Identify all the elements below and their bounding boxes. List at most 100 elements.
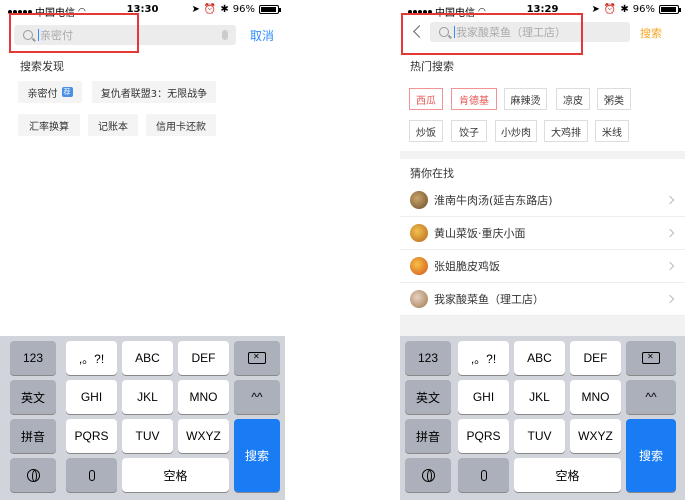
status-right: ➤ ⏰ ✱ 96% [591,4,681,15]
hot-tag[interactable]: 西瓜 [409,88,443,110]
battery-fill [661,7,676,12]
highlight-box [401,13,583,55]
chevron-right-icon [665,195,675,205]
hot-tag[interactable]: 粥类 [597,88,631,110]
key-emoticon[interactable]: ^^ [234,380,280,414]
delete-icon [248,352,266,364]
key-pqrs[interactable]: PQRS [66,419,117,453]
right-phone-screen: 中国电信 ◠ 13:29 ➤ ⏰ ✱ 96% 我家酸菜鱼（理工店） 搜索 热门搜… [400,0,685,500]
key-punct[interactable]: ,。?! [66,341,117,375]
keyboard: 123 ,。?! ABC DEF 英文 GHI JKL MNO ^^ 拼音 PQ… [400,336,685,500]
hot-tag[interactable]: 大鸡排 [544,120,588,142]
hot-tag[interactable]: 小炒肉 [495,120,537,142]
chevron-right-icon [665,261,675,271]
hot-search-title: 热门搜索 [410,60,454,73]
key-abc[interactable]: ABC [122,341,173,375]
key-space[interactable]: 空格 [514,458,621,492]
key-pinyin[interactable]: 拼音 [405,419,451,453]
hot-tag[interactable]: 肯德基 [451,88,497,110]
key-wxyz[interactable]: WXYZ [570,419,621,453]
key-tuv[interactable]: TUV [514,419,565,453]
divider [400,151,685,159]
keyboard: 123 ,。?! ABC DEF 英文 GHI JKL MNO ^^ 拼音 PQ… [0,336,285,500]
search-button[interactable]: 搜索 [640,25,662,41]
key-123[interactable]: 123 [10,341,56,375]
hot-tag[interactable]: 凉皮 [556,88,590,110]
guess-item[interactable]: 淮南牛肉汤(延吉东路店) [400,184,685,217]
guess-item[interactable]: 张姐脆皮鸡饭 [400,250,685,283]
microphone-icon [480,469,487,481]
key-space[interactable]: 空格 [122,458,229,492]
tag-label: 记账本 [98,121,128,133]
key-search[interactable]: 搜索 [234,419,280,492]
key-delete[interactable] [234,341,280,375]
chevron-right-icon [665,228,675,238]
discover-tag[interactable]: 汇率换算 [18,114,80,136]
food-thumbnail-icon [410,290,428,308]
hot-tag[interactable]: 麻辣烫 [504,88,547,110]
cancel-button[interactable]: 取消 [250,27,274,44]
bluetooth-icon: ✱ [220,4,229,15]
hot-tag[interactable]: 炒饭 [409,120,443,142]
hot-tag[interactable]: 饺子 [451,120,487,142]
battery-icon [259,5,281,14]
alarm-icon: ⏰ [203,4,217,15]
key-tuv[interactable]: TUV [122,419,173,453]
location-icon: ➤ [591,4,600,15]
key-mno[interactable]: MNO [570,380,621,414]
key-microphone[interactable] [458,458,509,492]
key-delete[interactable] [626,341,676,375]
guess-item-label: 我家酸菜鱼（理工店） [434,293,544,306]
key-wxyz[interactable]: WXYZ [178,419,229,453]
guess-title: 猜你在找 [410,167,454,180]
key-def[interactable]: DEF [570,341,621,375]
discover-tag[interactable]: 记账本 [88,114,138,136]
food-thumbnail-icon [410,257,428,275]
key-123[interactable]: 123 [405,341,451,375]
key-search[interactable]: 搜索 [626,419,676,492]
key-jkl[interactable]: JKL [514,380,565,414]
guess-item[interactable]: 我家酸菜鱼（理工店） [400,283,685,316]
key-english[interactable]: 英文 [405,380,451,414]
location-icon: ➤ [191,4,200,15]
microphone-icon [88,469,95,481]
key-pqrs[interactable]: PQRS [458,419,509,453]
tag-label: 亲密付 [27,88,58,100]
discover-title: 搜索发现 [20,60,64,73]
key-microphone[interactable] [66,458,117,492]
key-abc[interactable]: ABC [514,341,565,375]
microphone-icon[interactable] [222,30,228,40]
tag-label: 汇率换算 [29,121,69,133]
status-right: ➤ ⏰ ✱ 96% [191,4,281,15]
key-globe[interactable] [10,458,56,492]
guess-item[interactable]: 黄山菜饭·重庆小面 [400,217,685,250]
key-ghi[interactable]: GHI [66,380,117,414]
battery-percent: 96% [232,4,255,15]
chevron-right-icon [665,294,675,304]
key-def[interactable]: DEF [178,341,229,375]
guess-item-label: 张姐脆皮鸡饭 [434,260,500,273]
food-thumbnail-icon [410,191,428,209]
key-english[interactable]: 英文 [10,380,56,414]
empty-area [400,316,685,336]
key-mno[interactable]: MNO [178,380,229,414]
discover-tag[interactable]: 复仇者联盟3：无限战争 [92,81,216,103]
tag-label: 复仇者联盟3：无限战争 [100,88,208,100]
alarm-icon: ⏰ [603,4,617,15]
discover-tag[interactable]: 信用卡还款 [146,114,216,136]
key-pinyin[interactable]: 拼音 [10,419,56,453]
bluetooth-icon: ✱ [620,4,629,15]
food-thumbnail-icon [410,224,428,242]
key-jkl[interactable]: JKL [122,380,173,414]
key-punct[interactable]: ,。?! [458,341,509,375]
discover-tag[interactable]: 亲密付 荐 [18,81,82,103]
battery-icon [659,5,681,14]
key-globe[interactable] [405,458,451,492]
guess-item-label: 淮南牛肉汤(延吉东路店) [434,194,553,207]
hot-tag[interactable]: 米线 [595,120,629,142]
recommend-badge: 荐 [61,87,73,97]
key-ghi[interactable]: GHI [458,380,509,414]
key-emoticon[interactable]: ^^ [626,380,676,414]
delete-icon [642,352,660,364]
globe-icon [421,468,435,482]
